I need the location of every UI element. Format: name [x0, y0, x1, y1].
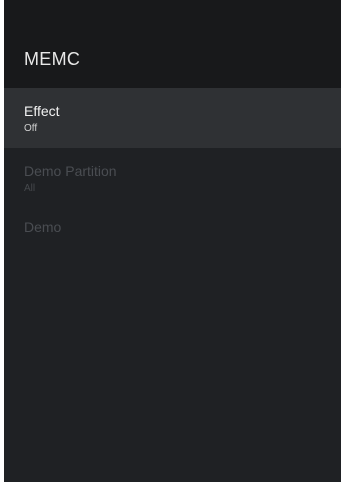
menu-item-demo-partition: Demo Partition All: [4, 148, 341, 208]
settings-menu: Effect Off Demo Partition All Demo: [4, 88, 341, 266]
panel-title: MEMC: [24, 49, 81, 69]
panel-header: MEMC: [4, 0, 341, 88]
menu-item-demo: Demo: [4, 208, 341, 266]
menu-item-value: All: [24, 183, 36, 194]
menu-item-value: Off: [24, 123, 38, 134]
memc-settings-panel: MEMC Effect Off Demo Partition All Demo: [4, 0, 341, 482]
menu-item-effect[interactable]: Effect Off: [4, 88, 341, 148]
menu-item-label: Demo: [24, 219, 62, 235]
menu-item-label: Effect: [24, 103, 60, 119]
menu-item-label: Demo Partition: [24, 163, 117, 179]
